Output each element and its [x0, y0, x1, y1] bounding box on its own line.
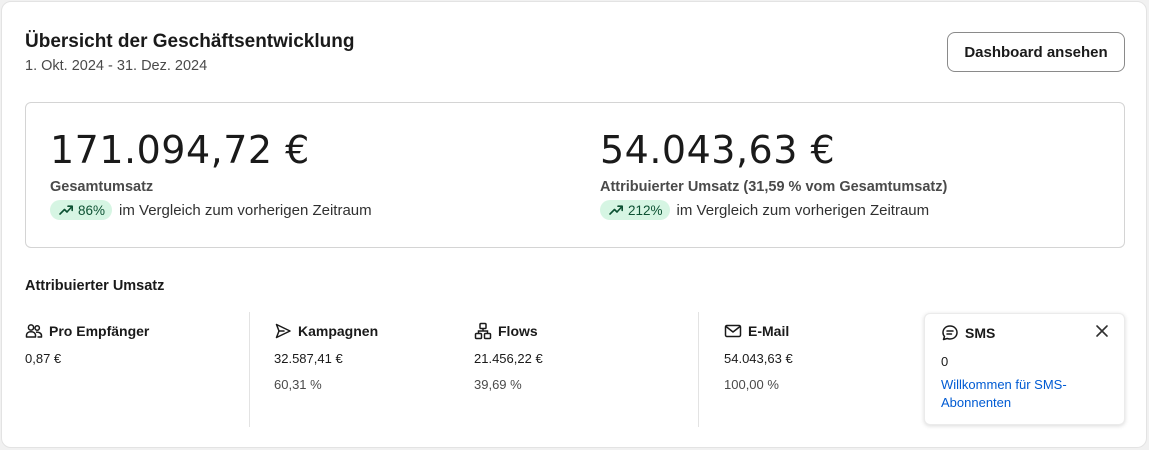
flows-value: 21.456,22 €	[474, 351, 543, 366]
per-recipient-label: Pro Empfänger	[49, 323, 150, 339]
flow-icon	[474, 322, 492, 340]
attributed-revenue-value: 54.043,63 €	[600, 128, 836, 172]
attributed-revenue-change: 212% im Vergleich zum vorherigen Zeitrau…	[600, 200, 947, 220]
campaigns-label: Kampagnen	[298, 323, 379, 339]
sms-label: SMS	[965, 325, 996, 341]
revenue-summary: 171.094,72 € Gesamtumsatz 86% im Verglei…	[25, 102, 1125, 248]
change-percent: 86%	[78, 202, 106, 218]
total-revenue-value: 171.094,72 €	[50, 128, 310, 172]
email-value: 54.043,63 €	[724, 351, 793, 366]
campaigns-percent: 60,31 %	[274, 377, 322, 392]
change-badge: 212%	[600, 200, 670, 220]
send-icon	[275, 323, 291, 339]
change-badge: 86%	[50, 200, 113, 220]
attributed-section-title: Attribuierter Umsatz	[25, 278, 165, 294]
flows-label: Flows	[498, 323, 538, 339]
chat-icon	[942, 325, 958, 341]
flows-percent: 39,69 %	[474, 377, 522, 392]
per-recipient-column: Pro Empfänger 0,87 €	[25, 322, 149, 366]
view-dashboard-button[interactable]: Dashboard ansehen	[947, 32, 1125, 72]
attributed-revenue-metric: 54.043,63 € Attribuierter Umsatz (31,59 …	[600, 127, 947, 220]
trend-up-icon	[59, 205, 73, 215]
total-revenue-metric: 171.094,72 € Gesamtumsatz 86% im Verglei…	[50, 127, 372, 220]
sms-value: 0	[941, 354, 949, 369]
attributed-revenue-label: Attribuierter Umsatz (31,59 % vom Gesamt…	[600, 179, 948, 195]
campaigns-value: 32.587,41 €	[274, 351, 343, 366]
email-percent: 100,00 %	[724, 377, 779, 392]
page-title: Übersicht der Geschäftsentwicklung	[25, 31, 355, 52]
date-range: 1. Okt. 2024 - 31. Dez. 2024	[25, 58, 208, 74]
email-label: E-Mail	[748, 323, 790, 339]
close-icon[interactable]	[1093, 322, 1111, 340]
campaigns-column: Kampagnen 32.587,41 € 60,31 %	[274, 322, 378, 392]
total-revenue-label: Gesamtumsatz	[50, 179, 154, 195]
trend-up-icon	[609, 205, 623, 215]
change-percent: 212%	[628, 202, 663, 218]
email-column: E-Mail 54.043,63 € 100,00 %	[724, 322, 793, 392]
column-divider	[698, 312, 699, 427]
flows-column: Flows 21.456,22 € 39,69 %	[474, 322, 543, 392]
sms-welcome-link[interactable]: Willkommen für SMS-Abonnenten	[941, 376, 1091, 412]
comparison-text: im Vergleich zum vorherigen Zeitraum	[119, 201, 372, 219]
business-overview-card: Übersicht der Geschäftsentwicklung 1. Ok…	[1, 1, 1147, 448]
envelope-icon	[724, 324, 742, 338]
total-revenue-change: 86% im Vergleich zum vorherigen Zeitraum	[50, 200, 372, 220]
sms-card: SMS 0 Willkommen für SMS-Abonnenten	[924, 313, 1125, 425]
column-divider	[249, 312, 250, 427]
per-recipient-value: 0,87 €	[25, 351, 62, 366]
people-icon	[25, 324, 43, 338]
comparison-text: im Vergleich zum vorherigen Zeitraum	[676, 201, 930, 219]
